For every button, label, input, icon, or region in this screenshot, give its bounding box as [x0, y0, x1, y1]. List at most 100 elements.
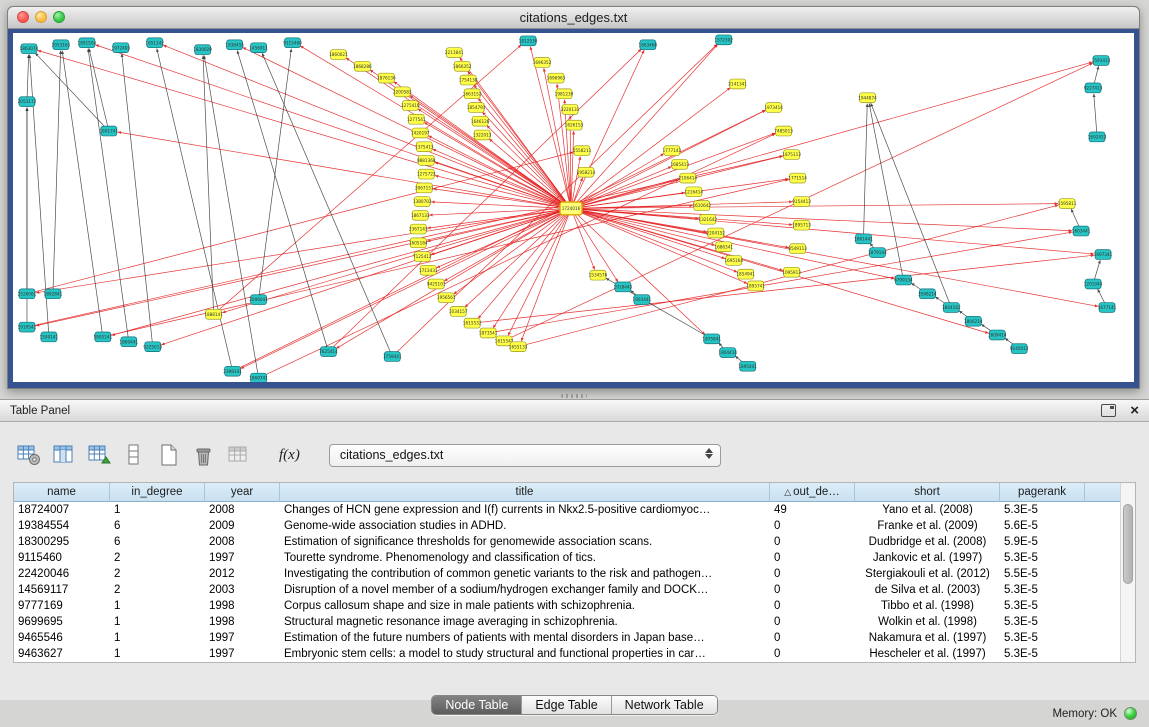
- graph-node[interactable]: 1572302: [714, 35, 733, 45]
- graph-node[interactable]: 1095913: [782, 267, 801, 277]
- graph-node[interactable]: 1956561: [437, 293, 456, 303]
- column-header-short[interactable]: short: [855, 483, 1000, 502]
- graph-edge[interactable]: [95, 45, 571, 209]
- graph-node[interactable]: 1875841: [702, 334, 721, 344]
- graph-node[interactable]: 1868286: [353, 61, 372, 71]
- graph-node[interactable]: 1695164: [724, 256, 743, 266]
- graph-node[interactable]: 9154413: [792, 197, 811, 207]
- graph-node[interactable]: 1626153: [565, 120, 584, 130]
- graph-node[interactable]: 9245012: [1010, 344, 1029, 354]
- graph-node[interactable]: 1034157: [449, 307, 468, 317]
- column-header-out_de[interactable]: △out_de…: [770, 483, 855, 502]
- graph-node[interactable]: 2006041: [249, 295, 268, 305]
- graph-node[interactable]: 1919541: [18, 322, 37, 332]
- graph-edge[interactable]: [300, 46, 571, 209]
- column-header-name[interactable]: name: [14, 483, 110, 502]
- graph-edge[interactable]: [444, 208, 571, 281]
- graph-edge[interactable]: [204, 55, 258, 378]
- new-file-icon[interactable]: [156, 443, 182, 467]
- graph-node[interactable]: 1275723: [417, 169, 436, 179]
- graph-node[interactable]: 1777143: [663, 146, 682, 156]
- graph-node[interactable]: 1879144: [868, 248, 887, 258]
- graph-node[interactable]: 3220131: [561, 105, 580, 115]
- graph-node[interactable]: 2204152: [706, 228, 725, 238]
- graph-node[interactable]: 1806214: [964, 316, 983, 326]
- graph-edge[interactable]: [122, 54, 153, 347]
- minimize-window-button[interactable]: [35, 11, 47, 23]
- graph-node[interactable]: 2106414: [678, 173, 697, 183]
- graph-node[interactable]: 9881368: [417, 156, 436, 166]
- graph-hub-node[interactable]: 1724016: [560, 202, 582, 215]
- graph-node[interactable]: 6799134: [894, 275, 913, 285]
- graph-edge[interactable]: [336, 208, 571, 348]
- graph-node[interactable]: 1605184: [409, 238, 428, 248]
- graph-node[interactable]: 1691741: [100, 126, 119, 136]
- table-selector-dropdown[interactable]: citations_edges.txt: [329, 444, 721, 467]
- graph-edge[interactable]: [243, 47, 571, 208]
- graph-node[interactable]: 1981230: [555, 89, 574, 99]
- row-tools-icon[interactable]: [121, 443, 147, 467]
- close-panel-icon[interactable]: ×: [1130, 405, 1139, 416]
- graph-node[interactable]: 2053172: [18, 97, 37, 107]
- graph-node[interactable]: 1876136: [377, 73, 396, 83]
- table-row[interactable]: 946554611997Estimation of the future num…: [14, 630, 1135, 646]
- graph-node[interactable]: 1918443: [614, 282, 633, 292]
- graph-node[interactable]: 1655133: [509, 342, 528, 352]
- graph-node[interactable]: 2367143: [409, 224, 428, 234]
- graph-edge[interactable]: [571, 208, 595, 269]
- graph-edge[interactable]: [203, 56, 214, 315]
- graph-node[interactable]: 1558211: [573, 146, 592, 156]
- graph-node[interactable]: 1321642: [698, 214, 717, 224]
- graph-node[interactable]: 1854941: [736, 269, 755, 279]
- graph-edge[interactable]: [27, 152, 573, 294]
- graph-node[interactable]: 1420197: [411, 128, 430, 138]
- column-header-pagerank[interactable]: pagerank: [1000, 483, 1085, 502]
- graph-node[interactable]: 9115460: [283, 38, 302, 48]
- graph-node[interactable]: 1375413: [415, 142, 434, 152]
- graph-edge[interactable]: [259, 49, 292, 300]
- graph-node[interactable]: 1663460: [639, 40, 658, 50]
- graph-node[interactable]: 1895441: [738, 361, 757, 371]
- table-row[interactable]: 2242004622012Investigating the contribut…: [14, 566, 1135, 582]
- graph-edge[interactable]: [233, 110, 766, 371]
- graph-node[interactable]: 1812530: [519, 36, 538, 46]
- graph-node[interactable]: 1595811: [1058, 199, 1077, 209]
- graph-node[interactable]: 1973414: [764, 103, 783, 113]
- float-panel-icon[interactable]: [1101, 404, 1116, 417]
- graph-node[interactable]: 2200583: [393, 87, 412, 97]
- graph-node[interactable]: 7485013: [774, 126, 793, 136]
- show-columns-icon[interactable]: [51, 443, 77, 467]
- table-row[interactable]: 946362711997Embryonic stem cells: a mode…: [14, 646, 1135, 662]
- graph-node[interactable]: 1380702: [413, 197, 432, 207]
- graph-node[interactable]: 1854791: [467, 103, 486, 113]
- graph-node[interactable]: 1944874: [858, 93, 877, 103]
- graph-node[interactable]: 1590141: [40, 332, 59, 342]
- graph-edge[interactable]: [89, 49, 109, 132]
- graph-edge[interactable]: [571, 110, 766, 208]
- graph-node[interactable]: 1863074: [20, 44, 39, 54]
- graph-edge[interactable]: [111, 208, 571, 335]
- table-row[interactable]: 977716911998Corpus callosum shape and si…: [14, 598, 1135, 614]
- graph-node[interactable]: 1696963: [547, 73, 566, 83]
- graph-node[interactable]: 1759441: [383, 352, 402, 362]
- graph-node[interactable]: 1201044: [1084, 279, 1103, 289]
- graph-edge[interactable]: [27, 55, 29, 102]
- graph-node[interactable]: 1804162: [942, 303, 961, 313]
- graph-node[interactable]: 1456911: [249, 43, 268, 53]
- graph-node[interactable]: 1663152: [463, 89, 482, 99]
- graph-edge[interactable]: [472, 255, 1094, 323]
- graph-node[interactable]: 7125412: [413, 252, 432, 262]
- graph-node[interactable]: 2067151: [415, 183, 434, 193]
- graph-node[interactable]: 1860021: [329, 50, 348, 60]
- scrollbar-thumb[interactable]: [1123, 504, 1133, 584]
- graph-node[interactable]: 1892841: [44, 289, 63, 299]
- graph-node[interactable]: 1696352: [533, 58, 552, 68]
- graph-node[interactable]: 1646126: [471, 116, 490, 126]
- table-row[interactable]: 1938455462009Genome-wide association stu…: [14, 518, 1135, 534]
- graph-node[interactable]: 2211841: [445, 48, 464, 58]
- graph-edge[interactable]: [214, 45, 522, 315]
- graph-node[interactable]: 1615532: [463, 318, 482, 328]
- graph-node[interactable]: 8549113: [788, 244, 807, 254]
- graph-edge[interactable]: [428, 136, 571, 209]
- table-row[interactable]: 969969511998Structural magnetic resonanc…: [14, 614, 1135, 630]
